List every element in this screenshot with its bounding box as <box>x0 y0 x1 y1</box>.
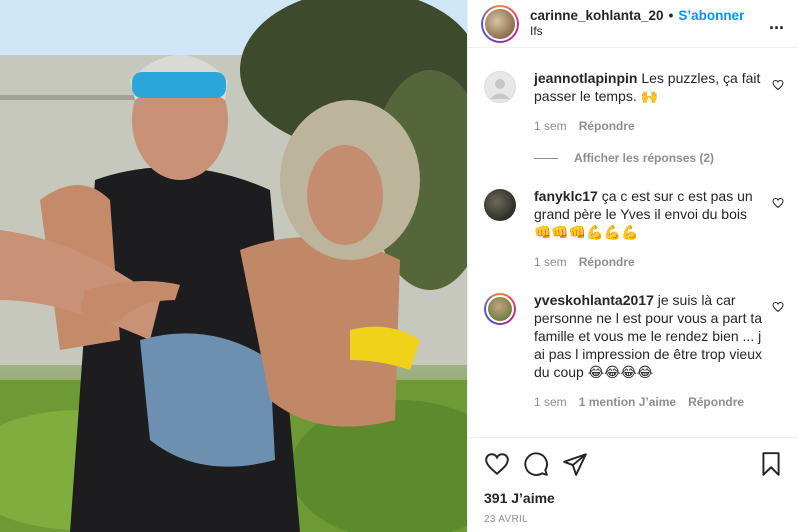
comment-time[interactable]: 1 sem <box>534 255 567 269</box>
comment-item: yveskohlanta2017 je suis là car personne… <box>484 291 784 409</box>
comment-item: jeannotlapinpin Les puzzles, ça fait pas… <box>484 69 784 133</box>
likes-count[interactable]: 391 J’aime <box>484 490 784 506</box>
reply-button[interactable]: Répondre <box>688 395 744 409</box>
author-avatar[interactable] <box>481 4 519 43</box>
comment-like-heart-icon[interactable] <box>772 79 784 91</box>
reply-button[interactable]: Répondre <box>579 255 635 269</box>
author-username[interactable]: carinne_kohlanta_20 <box>530 8 664 25</box>
comment-username[interactable]: yveskohlanta2017 <box>534 292 654 308</box>
post-date[interactable]: 23 AVRIL <box>484 514 784 525</box>
comment-username[interactable]: jeannotlapinpin <box>534 70 637 86</box>
commenter-avatar[interactable] <box>484 189 516 221</box>
commenter-avatar[interactable] <box>484 293 516 325</box>
comment-like-heart-icon[interactable] <box>772 197 784 209</box>
comments-list[interactable]: jeannotlapinpin Les puzzles, ça fait pas… <box>468 49 798 437</box>
comment-icon[interactable] <box>523 451 549 477</box>
bookmark-icon[interactable] <box>758 451 784 477</box>
show-replies-label[interactable]: Afficher les réponses (2) <box>574 151 714 165</box>
default-avatar-icon[interactable] <box>484 71 516 103</box>
instagram-post: carinne_kohlanta_20 • S’abonner Ifs ... … <box>0 0 798 532</box>
show-replies-toggle[interactable]: Afficher les réponses (2) <box>534 151 784 165</box>
separator-dot: • <box>668 7 674 23</box>
comment-time[interactable]: 1 sem <box>534 395 567 409</box>
author-info: carinne_kohlanta_20 • S’abonner Ifs <box>530 8 744 40</box>
more-options-icon[interactable]: ... <box>769 13 784 34</box>
post-header: carinne_kohlanta_20 • S’abonner Ifs ... <box>468 0 798 48</box>
comment-item: fanyklc17 ça c est sur c est pas un gran… <box>484 187 784 269</box>
comment-likes[interactable]: 1 mention J’aime <box>579 395 676 409</box>
post-photo-illustration <box>0 0 467 532</box>
comment-username[interactable]: fanyklc17 <box>534 188 598 204</box>
reply-button[interactable]: Répondre <box>579 119 635 133</box>
post-actions: 391 J’aime 23 AVRIL <box>468 437 798 525</box>
post-photo[interactable] <box>0 0 467 532</box>
comment-time[interactable]: 1 sem <box>534 119 567 133</box>
follow-button[interactable]: S’abonner <box>678 8 744 25</box>
post-location[interactable]: Ifs <box>530 24 744 39</box>
post-side-panel: carinne_kohlanta_20 • S’abonner Ifs ... … <box>467 0 798 532</box>
share-icon[interactable] <box>562 451 588 477</box>
heart-icon[interactable] <box>484 451 510 477</box>
comment-like-heart-icon[interactable] <box>772 301 784 313</box>
